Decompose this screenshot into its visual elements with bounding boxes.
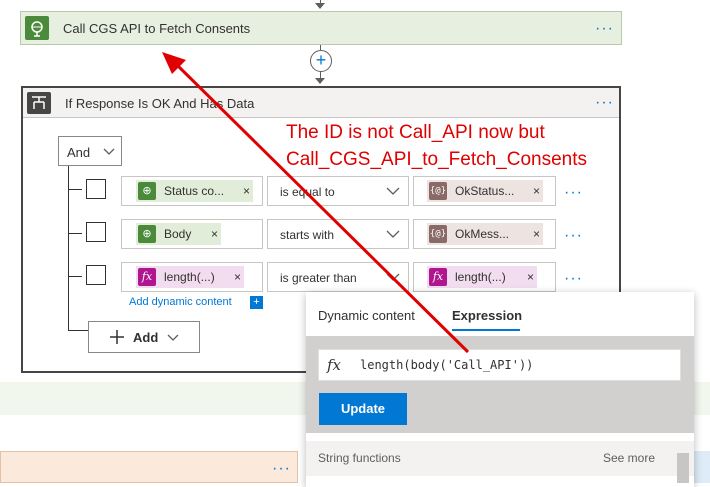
annotation-line-1: The ID is not Call_API now but bbox=[286, 122, 545, 143]
annotation-arrow bbox=[162, 52, 470, 354]
annotation-line-2: Call_CGS_API_to_Fetch_Consents bbox=[286, 149, 587, 170]
annotation-text: The ID is not Call_API now but Call_CGS_… bbox=[286, 119, 587, 173]
